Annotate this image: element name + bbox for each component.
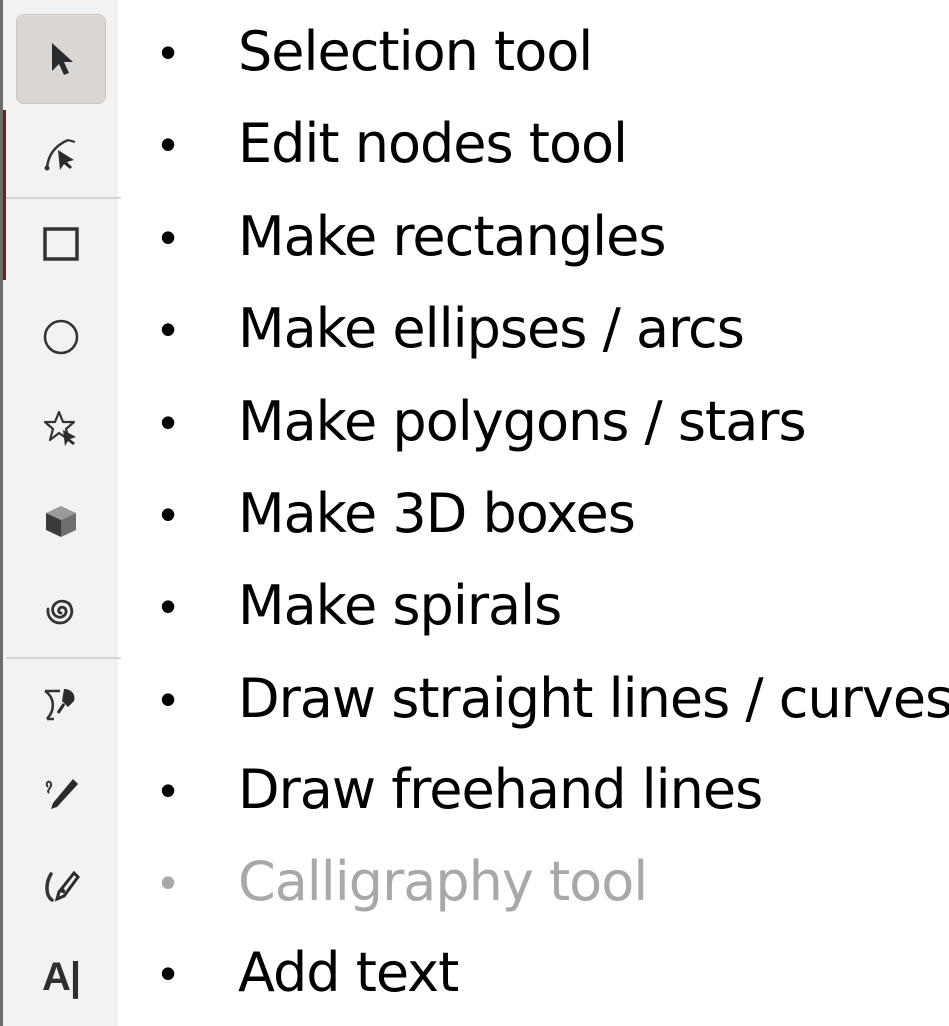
list-item-label: Make rectangles [238,205,666,268]
bullet: • [160,118,177,170]
list-item-label: Selection tool [238,20,593,83]
list-item: • Draw straight lines / curves [160,664,949,734]
list-item: • Make ellipses / arcs [160,294,745,364]
list-item-label: Make spirals [238,574,562,637]
list-item: • Selection tool [160,17,593,87]
list-item-label: Add text [238,941,459,1004]
list-item-label: Draw straight lines / curves [238,667,949,730]
list-item-label: Draw freehand lines [238,758,763,821]
list-item: • Calligraphy tool [160,847,648,917]
bullet: • [160,580,177,632]
list-item-label: Make ellipses / arcs [238,297,745,360]
list-item: • Add text [160,938,459,1008]
bullet: • [160,26,177,78]
bullet: • [160,856,177,908]
list-item-label: Calligraphy tool [238,850,648,913]
tool-description-list: • Selection tool • Edit nodes tool • Mak… [0,0,949,1026]
list-item-label: Make polygons / stars [238,390,807,453]
bullet: • [160,303,177,355]
list-item: • Make polygons / stars [160,387,807,457]
bullet: • [160,947,177,999]
list-item-label: Make 3D boxes [238,482,636,545]
bullet: • [160,488,177,540]
list-item: • Make spirals [160,571,562,641]
list-item: • Make rectangles [160,202,666,272]
list-item-label: Edit nodes tool [238,112,628,175]
bullet: • [160,211,177,263]
list-item: • Make 3D boxes [160,479,636,549]
list-item: • Edit nodes tool [160,109,628,179]
bullet: • [160,673,177,725]
list-item: • Draw freehand lines [160,755,763,825]
bullet: • [160,396,177,448]
bullet: • [160,764,177,816]
